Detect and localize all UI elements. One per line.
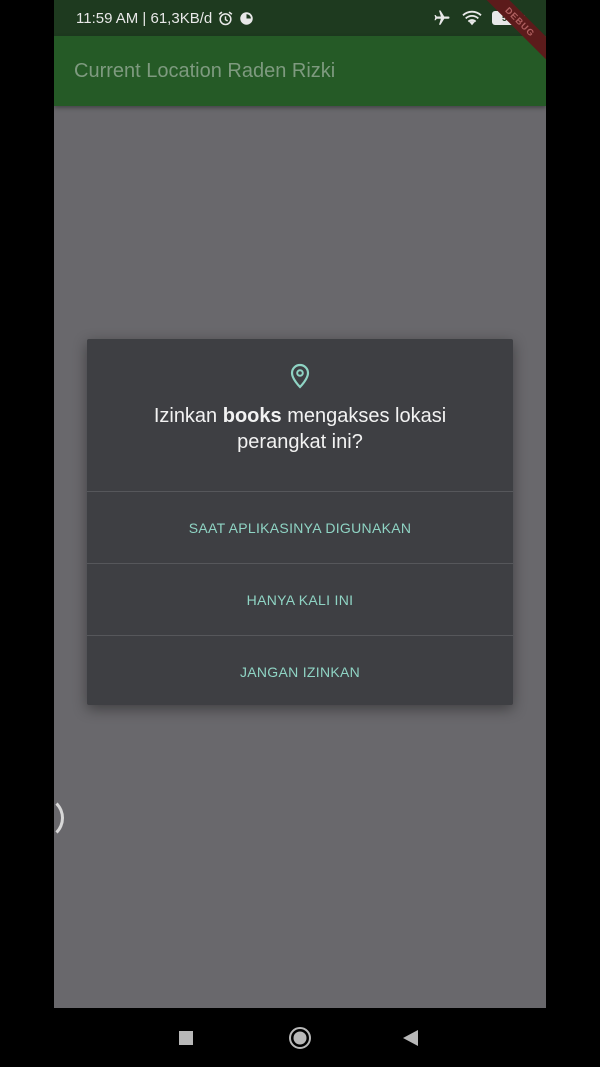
data-saver-icon [239, 11, 254, 26]
home-circle-icon[interactable] [288, 1026, 312, 1050]
app-bar: Current Location Raden Rizki [54, 36, 546, 106]
deny-button[interactable]: JANGAN IZINKAN [87, 636, 513, 707]
status-left: 11:59 AM | 61,3KB/d [76, 10, 254, 27]
loading-spinner [54, 796, 64, 840]
alarm-icon [217, 10, 234, 27]
dialog-header: Izinkan books mengakses lokasi perangkat… [87, 339, 513, 491]
navigation-bar [0, 1008, 600, 1067]
location-pin-icon [289, 363, 311, 389]
dialog-title-app-name: books [222, 405, 282, 427]
airplane-mode-icon [432, 9, 452, 27]
dialog-title: Izinkan books mengakses lokasi perangkat… [130, 403, 470, 455]
dialog-title-prefix: Izinkan [153, 405, 223, 427]
location-permission-dialog: Izinkan books mengakses lokasi perangkat… [87, 339, 513, 705]
back-triangle-icon[interactable] [403, 1030, 418, 1046]
status-bar: 11:59 AM | 61,3KB/d 56 [54, 0, 546, 36]
app-bar-title: Current Location Raden Rizki [74, 59, 336, 82]
allow-while-using-button[interactable]: SAAT APLIKASINYA DIGUNAKAN [87, 492, 513, 563]
status-time-speed: 11:59 AM | 61,3KB/d [76, 9, 213, 27]
recents-square-icon[interactable] [179, 1031, 193, 1045]
allow-once-button[interactable]: HANYA KALI INI [87, 564, 513, 635]
wifi-icon [461, 9, 483, 27]
